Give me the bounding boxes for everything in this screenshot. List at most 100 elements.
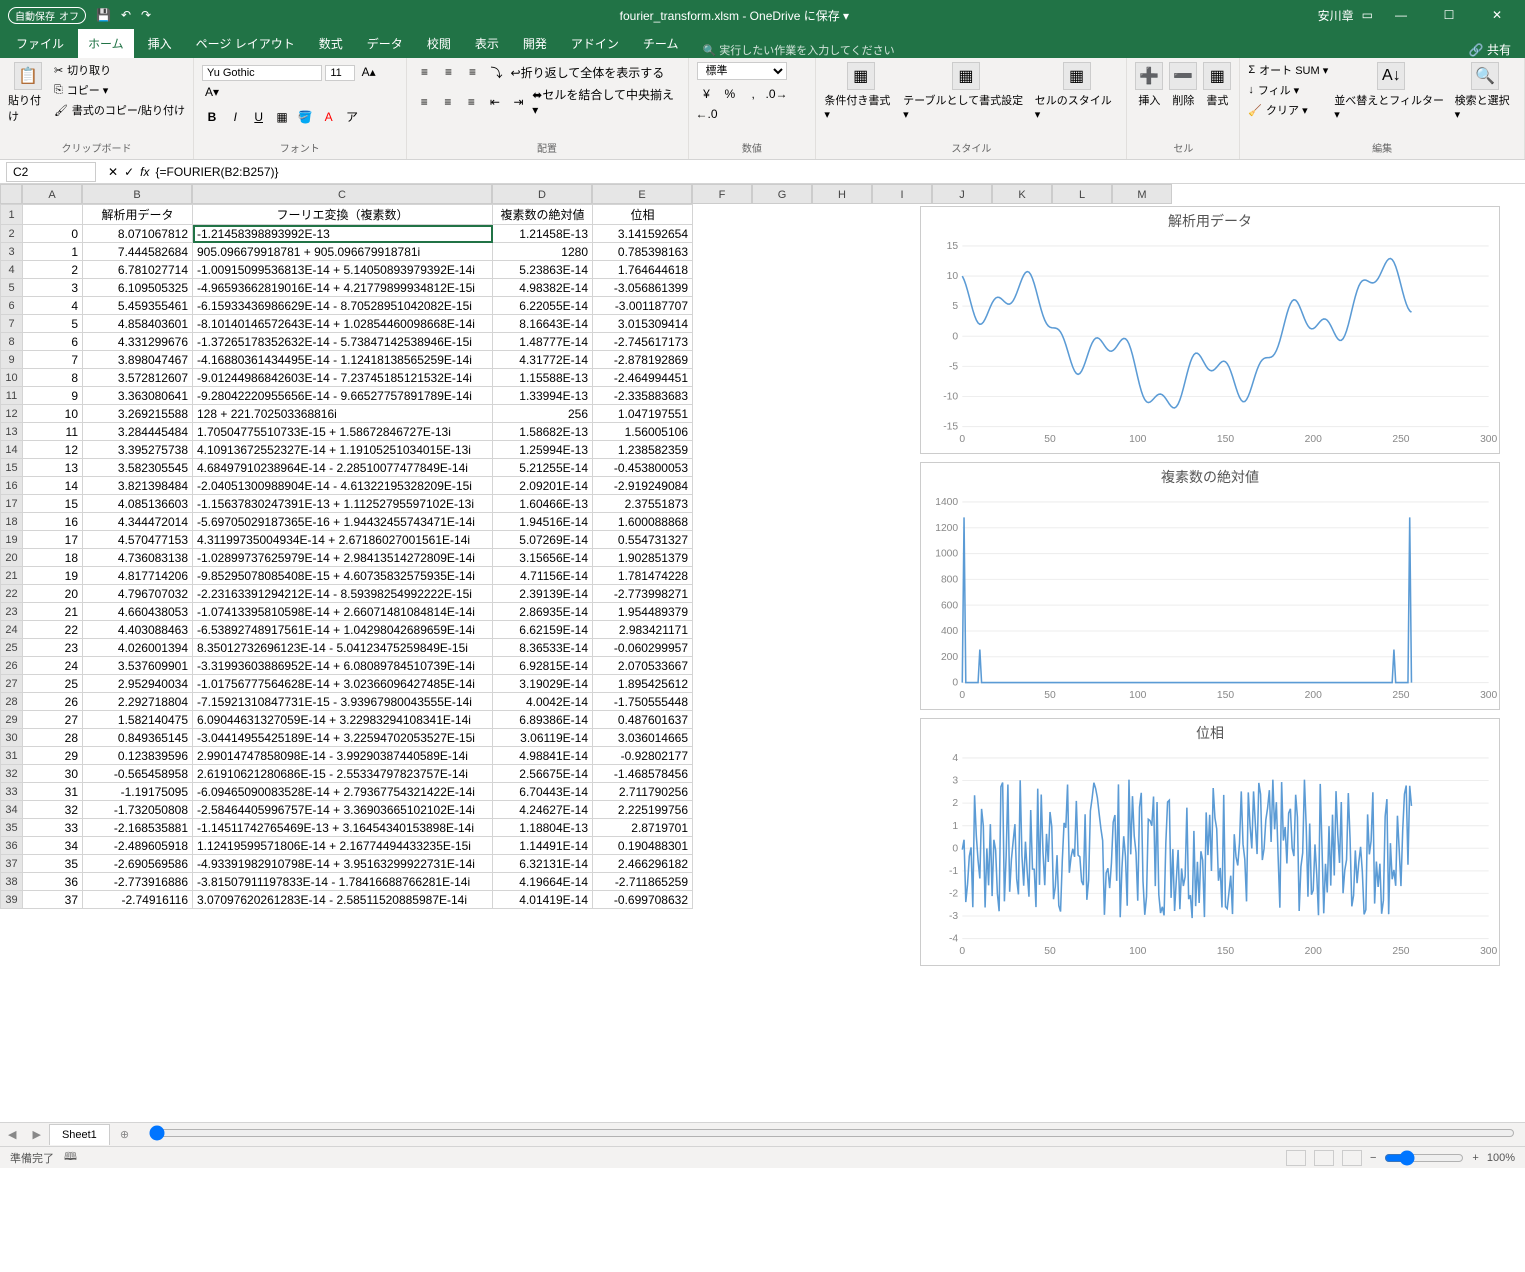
table-row[interactable]: 3533-2.168535881-1.14511742765469E-13 + … xyxy=(1,819,693,837)
table-row[interactable]: 3331-1.19175095-6.09465090083528E-14 + 2… xyxy=(1,783,693,801)
align-right-icon[interactable]: ≡ xyxy=(462,92,482,112)
cond-format-button[interactable]: ▦条件付き書式 ▾ xyxy=(824,62,897,121)
tab-pagelayout[interactable]: ページ レイアウト xyxy=(186,29,305,58)
format-cells-button[interactable]: ▦書式 xyxy=(1203,62,1231,108)
table-row[interactable]: 22204.796707032-2.23163391294212E-14 - 8… xyxy=(1,585,693,603)
enter-formula-icon[interactable]: ✓ xyxy=(124,165,134,179)
clear-button[interactable]: 🧹クリア ▾ xyxy=(1248,102,1328,118)
cut-button[interactable]: ✂切り取り xyxy=(54,62,185,78)
table-row[interactable]: 864.331299676-1.37265178352632E-14 - 5.7… xyxy=(1,333,693,351)
table-row[interactable]: 19174.5704771534.31199735004934E-14 + 2.… xyxy=(1,531,693,549)
insert-cells-button[interactable]: ➕挿入 xyxy=(1135,62,1163,108)
table-row[interactable]: 3937-2.749161163.07097620261283E-14 - 2.… xyxy=(1,891,693,909)
zoom-level[interactable]: 100% xyxy=(1487,1152,1515,1164)
table-row[interactable]: 536.109505325-4.96593662819016E-14 + 4.2… xyxy=(1,279,693,297)
table-row[interactable]: 3735-2.690569586-4.93391982910798E-14 + … xyxy=(1,855,693,873)
percent-icon[interactable]: % xyxy=(720,84,740,104)
underline-button[interactable]: U xyxy=(249,107,269,127)
sort-filter-button[interactable]: A↓並べ替えとフィルター ▾ xyxy=(1334,62,1448,121)
number-format-select[interactable]: 標準 xyxy=(697,62,787,80)
table-row[interactable]: 17154.085136603-1.15637830247391E-13 + 1… xyxy=(1,495,693,513)
undo-icon[interactable]: ↶ xyxy=(121,8,131,22)
orientation-icon[interactable]: ⤵ xyxy=(487,62,507,82)
tab-review[interactable]: 校閲 xyxy=(417,29,461,58)
fill-button[interactable]: ↓フィル ▾ xyxy=(1248,82,1328,98)
col-header[interactable]: H xyxy=(812,184,872,204)
redo-icon[interactable]: ↷ xyxy=(141,8,151,22)
autosum-button[interactable]: Σオート SUM ▾ xyxy=(1248,62,1328,78)
dec-decimal-icon[interactable]: ←.0 xyxy=(697,104,717,124)
tab-home[interactable]: ホーム xyxy=(78,29,134,58)
worksheet-grid[interactable]: 1解析用データフーリエ変換（複素数）複素数の絶対値位相208.071067812… xyxy=(0,204,693,909)
currency-icon[interactable]: ¥ xyxy=(697,84,717,104)
col-header[interactable]: M xyxy=(1112,184,1172,204)
table-row[interactable]: 25234.0260013948.35012732696123E-14 - 5.… xyxy=(1,639,693,657)
ribbon-options-icon[interactable]: ▭ xyxy=(1362,8,1373,22)
comma-icon[interactable]: , xyxy=(743,84,763,104)
close-button[interactable]: ✕ xyxy=(1477,8,1517,22)
format-painter-button[interactable]: 🖌書式のコピー/貼り付け xyxy=(54,102,185,118)
table-row[interactable]: 754.858403601-8.10140146572643E-14 + 1.0… xyxy=(1,315,693,333)
col-header[interactable]: K xyxy=(992,184,1052,204)
autosave-toggle[interactable]: 自動保存 オフ xyxy=(8,7,86,24)
col-header[interactable]: J xyxy=(932,184,992,204)
table-row[interactable]: 3836-2.773916886-3.81507911197833E-14 - … xyxy=(1,873,693,891)
align-top-icon[interactable]: ≡ xyxy=(415,62,435,82)
wrap-text-button[interactable]: ↩折り返して全体を表示する xyxy=(511,64,665,81)
sheet-tab[interactable]: Sheet1 xyxy=(49,1124,110,1145)
cell-styles-button[interactable]: ▦セルのスタイル ▾ xyxy=(1035,62,1119,121)
table-row[interactable]: 30280.849365145-3.04414955425189E-14 + 3… xyxy=(1,729,693,747)
tab-developer[interactable]: 開発 xyxy=(513,29,557,58)
view-pagelayout-icon[interactable] xyxy=(1314,1150,1334,1166)
table-row[interactable]: 26243.537609901-3.31993603886952E-14 + 6… xyxy=(1,657,693,675)
table-row[interactable]: 645.459355461-6.15933436986629E-14 - 8.7… xyxy=(1,297,693,315)
table-row[interactable]: 426.781027714-1.00915099536813E-14 + 5.1… xyxy=(1,261,693,279)
select-all-corner[interactable] xyxy=(0,184,22,204)
table-row[interactable]: 21194.817714206-9.85295078085408E-15 + 4… xyxy=(1,567,693,585)
col-header[interactable]: C xyxy=(192,184,492,204)
align-center-icon[interactable]: ≡ xyxy=(438,92,458,112)
align-middle-icon[interactable]: ≡ xyxy=(439,62,459,82)
inc-decimal-icon[interactable]: .0→ xyxy=(767,84,787,104)
table-row[interactable]: 15133.5823055454.68497910238964E-14 - 2.… xyxy=(1,459,693,477)
col-header[interactable]: D xyxy=(492,184,592,204)
save-icon[interactable]: 💾 xyxy=(96,8,111,22)
zoom-out-icon[interactable]: − xyxy=(1370,1152,1376,1164)
table-row[interactable]: 317.444582684905.096679918781 + 905.0966… xyxy=(1,243,693,261)
col-header[interactable]: B xyxy=(82,184,192,204)
zoom-in-icon[interactable]: + xyxy=(1472,1152,1478,1164)
table-row[interactable]: 973.898047467-4.16880361434495E-14 - 1.1… xyxy=(1,351,693,369)
formula-input[interactable] xyxy=(155,165,1519,179)
decrease-font-icon[interactable]: A▾ xyxy=(202,82,222,102)
table-row[interactable]: 3634-2.4896059181.12419599571806E-14 + 2… xyxy=(1,837,693,855)
tell-me-input[interactable]: 🔍 実行したい作業を入力してください xyxy=(703,42,895,58)
table-row[interactable]: 208.071067812-1.21458398893992E-131.2145… xyxy=(1,225,693,243)
tab-formulas[interactable]: 数式 xyxy=(309,29,353,58)
table-row[interactable]: 31290.1238395962.99014747858098E-14 - 3.… xyxy=(1,747,693,765)
indent-inc-icon[interactable]: ⇥ xyxy=(509,92,529,112)
chart-phase[interactable]: 位相 -4-3-2-101234050100150200250300 xyxy=(920,718,1500,966)
table-row[interactable]: 14123.3952757384.10913672552327E-14 + 1.… xyxy=(1,441,693,459)
cancel-formula-icon[interactable]: ✕ xyxy=(108,165,118,179)
table-row[interactable]: 27252.952940034-1.01756777564628E-14 + 3… xyxy=(1,675,693,693)
user-name[interactable]: 安川章 xyxy=(1318,7,1354,24)
paste-button[interactable]: 📋 貼り付け xyxy=(8,62,48,124)
table-row[interactable]: 1083.572812607-9.01244986842603E-14 - 7.… xyxy=(1,369,693,387)
italic-button[interactable]: I xyxy=(225,107,245,127)
table-row[interactable]: 18164.344472014-5.69705029187365E-16 + 1… xyxy=(1,513,693,531)
indent-dec-icon[interactable]: ⇤ xyxy=(485,92,505,112)
view-pagebreak-icon[interactable] xyxy=(1342,1150,1362,1166)
view-normal-icon[interactable] xyxy=(1286,1150,1306,1166)
share-button[interactable]: 🔗 共有 xyxy=(1469,41,1525,58)
tab-data[interactable]: データ xyxy=(357,29,413,58)
chart-analysis-data[interactable]: 解析用データ -15-10-5051015050100150200250300 xyxy=(920,206,1500,454)
bold-button[interactable]: B xyxy=(202,107,222,127)
table-row[interactable]: 24224.403088463-6.53892748917561E-14 + 1… xyxy=(1,621,693,639)
font-name-input[interactable] xyxy=(202,65,322,81)
tab-addins[interactable]: アドイン xyxy=(561,29,629,58)
phonetic-button[interactable]: ア xyxy=(342,106,362,126)
fx-icon[interactable]: fx xyxy=(140,165,149,179)
horizontal-scrollbar[interactable] xyxy=(149,1125,1515,1144)
table-row[interactable]: 23214.660438053-1.07413395810598E-14 + 2… xyxy=(1,603,693,621)
col-header[interactable]: G xyxy=(752,184,812,204)
